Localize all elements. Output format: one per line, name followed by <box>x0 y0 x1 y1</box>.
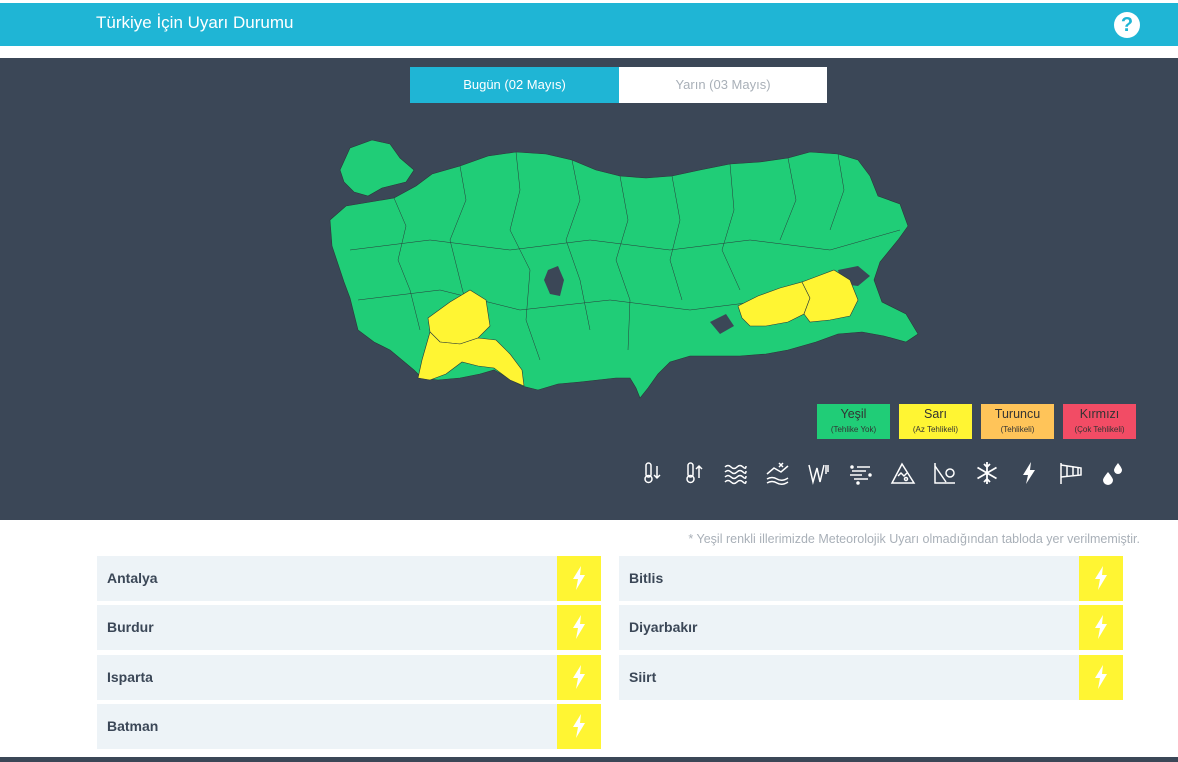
day-tabs: Bugün (02 Mayıs) Yarın (03 Mayıs) <box>410 67 827 103</box>
legend-orange: Turuncu (Tehlikeli) <box>981 404 1054 439</box>
table-row: Antalya <box>97 556 601 601</box>
province-name: Antalya <box>107 570 158 586</box>
page-title: Türkiye İçin Uyarı Durumu <box>96 13 294 32</box>
thunderstorm-icon[interactable] <box>557 556 601 601</box>
snow-melt-icon[interactable] <box>764 460 790 486</box>
legend-green: Yeşil (Tehlike Yok) <box>817 404 890 439</box>
map-region-thrace <box>339 139 415 197</box>
tab-tomorrow[interactable]: Yarın (03 Mayıs) <box>619 67 827 103</box>
header-bar: Türkiye İçin Uyarı Durumu ? <box>0 0 1178 46</box>
table-note: * Yeşil renkli illerimizde Meteorolojik … <box>688 532 1140 546</box>
rain-icon[interactable] <box>1100 460 1126 486</box>
table-row: Siirt <box>619 655 1123 700</box>
thunderstorm-icon[interactable] <box>1079 556 1123 601</box>
frost-icon[interactable] <box>932 460 958 486</box>
thunderstorm-icon[interactable] <box>557 605 601 650</box>
low-temperature-icon[interactable] <box>638 460 664 486</box>
province-name: Batman <box>107 718 159 734</box>
high-temperature-icon[interactable] <box>680 460 706 486</box>
legend-sub: (Çok Tehlikeli) <box>1074 425 1125 434</box>
thunderstorm-icon[interactable] <box>1079 605 1123 650</box>
legend-sub: (Tehlike Yok) <box>830 425 877 434</box>
legend-yellow: Sarı (Az Tehlikeli) <box>899 404 972 439</box>
weather-icon-bar <box>636 460 1126 488</box>
strong-wind-icon[interactable] <box>1058 460 1084 486</box>
wind-icon[interactable] <box>806 460 832 486</box>
table-row: Burdur <box>97 605 601 650</box>
legend-red: Kırmızı (Çok Tehlikeli) <box>1063 404 1136 439</box>
footer-bar <box>0 757 1178 762</box>
fog-icon[interactable] <box>722 460 748 486</box>
dust-icon[interactable] <box>848 460 874 486</box>
table-row: Diyarbakır <box>619 605 1123 650</box>
thunderstorm-icon[interactable] <box>1016 460 1042 486</box>
legend-label: Kırmızı <box>1079 407 1120 421</box>
legend-label: Yeşil <box>840 407 867 421</box>
province-name: Siirt <box>629 669 657 685</box>
province-name: Diyarbakır <box>629 619 698 635</box>
thunderstorm-icon[interactable] <box>1079 655 1123 700</box>
legend-label: Sarı <box>924 407 947 421</box>
page: Türkiye İçin Uyarı Durumu ? Bugün (02 Ma… <box>0 0 1178 762</box>
table-row: Batman <box>97 704 601 749</box>
legend-sub: (Az Tehlikeli) <box>912 425 959 434</box>
avalanche-icon[interactable] <box>890 460 916 486</box>
table-row: Isparta <box>97 655 601 700</box>
snow-icon[interactable] <box>974 460 1000 486</box>
province-name: Burdur <box>107 619 154 635</box>
help-icon[interactable]: ? <box>1114 12 1140 38</box>
legend-sub: (Tehlikeli) <box>1000 425 1035 434</box>
legend-label: Turuncu <box>994 407 1041 421</box>
turkey-warning-map[interactable] <box>310 130 930 410</box>
thunderstorm-icon[interactable] <box>557 704 601 749</box>
province-name: Bitlis <box>629 570 664 586</box>
province-name: Isparta <box>107 669 153 685</box>
tab-today[interactable]: Bugün (02 Mayıs) <box>410 67 619 103</box>
thunderstorm-icon[interactable] <box>557 655 601 700</box>
table-row: Bitlis <box>619 556 1123 601</box>
